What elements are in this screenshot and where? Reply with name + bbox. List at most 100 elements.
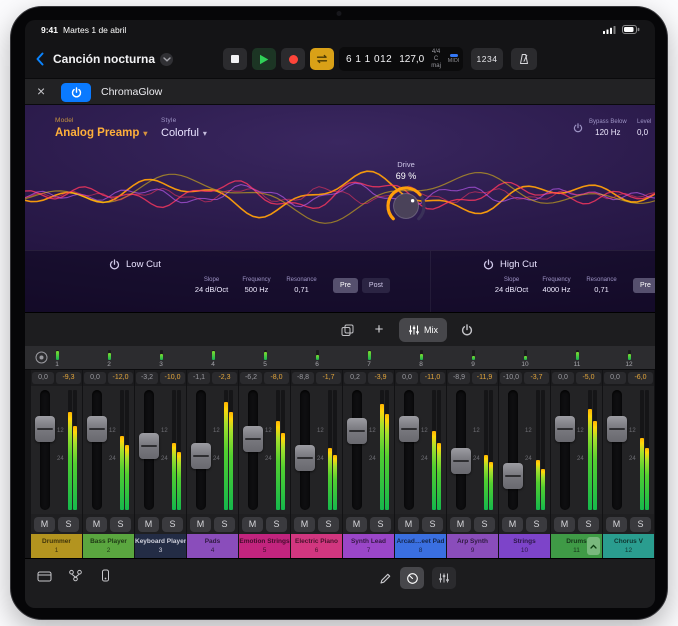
track-number-cell[interactable]: 7 bbox=[343, 346, 395, 370]
cycle-button[interactable] bbox=[310, 48, 334, 70]
duplicate-button[interactable] bbox=[335, 318, 359, 342]
fader-track[interactable] bbox=[352, 390, 362, 510]
mute-button[interactable]: M bbox=[190, 517, 211, 532]
solo-button[interactable]: S bbox=[266, 517, 287, 532]
lcd-display[interactable]: 6 1 1 012 127,0 4/4 C maj MIDI bbox=[339, 47, 463, 71]
volume-value[interactable]: -2,3 bbox=[212, 372, 237, 384]
fader-cap[interactable] bbox=[555, 416, 575, 442]
pan-value[interactable]: 0,0 bbox=[396, 372, 418, 384]
high-cut-pre-button[interactable]: Pre bbox=[633, 278, 655, 293]
record-button[interactable] bbox=[281, 48, 305, 70]
track-name-label[interactable]: Strings 10 bbox=[499, 534, 550, 558]
low-cut-pre-button[interactable]: Pre bbox=[333, 278, 358, 293]
song-menu-button[interactable] bbox=[160, 53, 173, 66]
pencil-icon[interactable] bbox=[379, 572, 392, 585]
low-cut-slope[interactable]: Slope 24 dB/Oct bbox=[189, 277, 234, 294]
bypass-power-icon[interactable] bbox=[573, 123, 583, 137]
low-cut-resonance[interactable]: Resonance 0,71 bbox=[279, 277, 324, 294]
high-cut-slope[interactable]: Slope 24 dB/Oct bbox=[489, 277, 534, 294]
stop-button[interactable] bbox=[223, 48, 247, 70]
fader-track[interactable] bbox=[40, 390, 50, 510]
fader-cap[interactable] bbox=[87, 416, 107, 442]
fader-cap[interactable] bbox=[451, 448, 471, 474]
track-name-label[interactable]: Drummer 1 bbox=[31, 534, 82, 558]
mute-button[interactable]: M bbox=[502, 517, 523, 532]
volume-value[interactable]: -5,0 bbox=[576, 372, 601, 384]
solo-button[interactable]: S bbox=[214, 517, 235, 532]
mute-button[interactable]: M bbox=[398, 517, 419, 532]
track-number-cell[interactable]: 12 bbox=[603, 346, 655, 370]
fader-track[interactable] bbox=[404, 390, 414, 510]
solo-button[interactable]: S bbox=[474, 517, 495, 532]
solo-button[interactable]: S bbox=[422, 517, 443, 532]
track-number-cell[interactable]: 10 bbox=[499, 346, 551, 370]
pan-value[interactable]: -8,8 bbox=[292, 372, 314, 384]
low-cut-frequency[interactable]: Frequency 500 Hz bbox=[234, 277, 279, 294]
fader-track[interactable] bbox=[560, 390, 570, 510]
bypass-below-control[interactable]: Bypass Below 120 Hz bbox=[589, 119, 627, 137]
faders-view-button[interactable] bbox=[432, 567, 456, 589]
controls-view-button[interactable] bbox=[400, 567, 424, 589]
track-number-cell[interactable]: 11 bbox=[551, 346, 603, 370]
mix-view-button[interactable]: Mix bbox=[399, 318, 447, 342]
plugin-power-button[interactable] bbox=[61, 83, 91, 102]
metronome-button[interactable] bbox=[511, 48, 537, 70]
mute-button[interactable]: M bbox=[86, 517, 107, 532]
fader-track[interactable] bbox=[92, 390, 102, 510]
track-name-label[interactable]: Drums 11 bbox=[551, 534, 602, 558]
volume-value[interactable]: -10,0 bbox=[160, 372, 185, 384]
pan-value[interactable]: -3,2 bbox=[136, 372, 158, 384]
mute-button[interactable]: M bbox=[294, 517, 315, 532]
fader-cap[interactable] bbox=[35, 416, 55, 442]
solo-button[interactable]: S bbox=[578, 517, 599, 532]
routing-icon[interactable] bbox=[68, 569, 83, 582]
drive-knob[interactable] bbox=[383, 183, 429, 229]
high-cut-resonance[interactable]: Resonance 0,71 bbox=[579, 277, 624, 294]
track-name-label[interactable]: Emotion Strings 5 bbox=[239, 534, 290, 558]
pan-value[interactable]: 0,2 bbox=[344, 372, 366, 384]
mixer-power-button[interactable] bbox=[455, 318, 479, 342]
track-name-label[interactable]: Bass Player 2 bbox=[83, 534, 134, 558]
low-cut-post-button[interactable]: Post bbox=[362, 278, 390, 293]
mute-button[interactable]: M bbox=[554, 517, 575, 532]
pan-value[interactable]: 0,0 bbox=[84, 372, 106, 384]
volume-value[interactable]: -12,0 bbox=[108, 372, 133, 384]
pan-value[interactable]: -6,2 bbox=[240, 372, 262, 384]
track-name-label[interactable]: Arp Synth 9 bbox=[447, 534, 498, 558]
fader-cap[interactable] bbox=[191, 443, 211, 469]
track-number-cell[interactable]: 4 bbox=[187, 346, 239, 370]
track-number-cell[interactable]: 2 bbox=[83, 346, 135, 370]
count-in-button[interactable]: 1234 bbox=[471, 48, 503, 70]
fader-track[interactable] bbox=[612, 390, 622, 510]
track-name-label[interactable]: Chorus V 12 bbox=[603, 534, 654, 558]
low-cut-power-icon[interactable] bbox=[109, 259, 120, 270]
pan-value[interactable]: 0,0 bbox=[604, 372, 626, 384]
mute-button[interactable]: M bbox=[606, 517, 627, 532]
fader-cap[interactable] bbox=[503, 463, 523, 489]
back-button[interactable] bbox=[35, 49, 49, 69]
fader-track[interactable] bbox=[508, 390, 518, 510]
mute-button[interactable]: M bbox=[34, 517, 55, 532]
expand-stack-button[interactable] bbox=[587, 537, 600, 555]
mute-button[interactable]: M bbox=[138, 517, 159, 532]
volume-value[interactable]: -3,7 bbox=[524, 372, 549, 384]
pan-value[interactable]: 0,0 bbox=[552, 372, 574, 384]
solo-button[interactable]: S bbox=[58, 517, 79, 532]
fader-cap[interactable] bbox=[399, 416, 419, 442]
volume-value[interactable]: -8,0 bbox=[264, 372, 289, 384]
close-plugin-button[interactable]: × bbox=[37, 83, 45, 99]
pan-value[interactable]: -1,1 bbox=[188, 372, 210, 384]
track-name-label[interactable]: Arcad…eet Pad 8 bbox=[395, 534, 446, 558]
add-track-button[interactable]: + bbox=[367, 318, 391, 342]
pan-value[interactable]: -10,0 bbox=[500, 372, 522, 384]
fader-cap[interactable] bbox=[607, 416, 627, 442]
track-number-cell[interactable]: 1 bbox=[31, 346, 83, 370]
track-number-cell[interactable]: 5 bbox=[239, 346, 291, 370]
level-control[interactable]: Level 0,0 bbox=[637, 119, 655, 137]
track-name-label[interactable]: Keyboard Player 3 bbox=[135, 534, 186, 558]
high-cut-frequency[interactable]: Frequency 4000 Hz bbox=[534, 277, 579, 294]
track-name-label[interactable]: Electric Piano 6 bbox=[291, 534, 342, 558]
style-selector[interactable]: Colorful ▾ bbox=[161, 127, 207, 139]
fader-cap[interactable] bbox=[295, 445, 315, 471]
track-number-cell[interactable]: 3 bbox=[135, 346, 187, 370]
